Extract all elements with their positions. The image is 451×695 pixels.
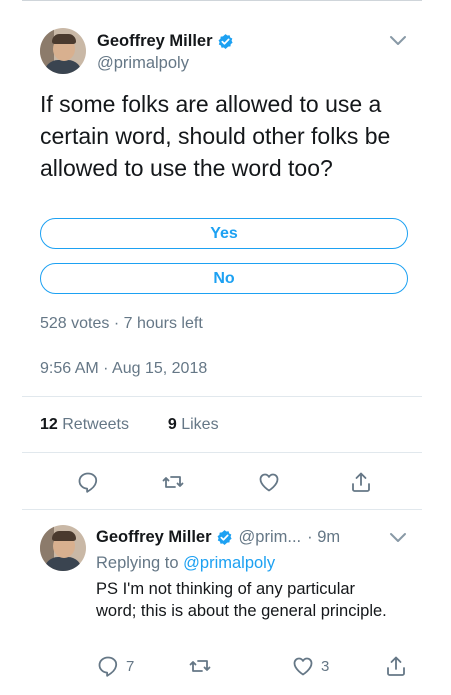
replying-to: Replying to @primalpoly — [96, 554, 275, 573]
tweet-text: If some folks are allowed to use a certa… — [40, 91, 391, 181]
like-button[interactable] — [257, 470, 281, 494]
reply-reply-button[interactable]: 7 — [96, 654, 134, 678]
heart-icon — [293, 657, 313, 676]
top-divider — [22, 0, 422, 1]
likes-label: Likes — [181, 416, 219, 433]
heart-icon — [259, 473, 279, 492]
divider — [22, 396, 422, 397]
retweets-label: Retweets — [62, 416, 129, 433]
author-name-row[interactable]: Geoffrey Miller — [97, 32, 234, 51]
engagement-stats: 12 Retweets 9 Likes — [40, 416, 219, 434]
retweets-count: 12 — [40, 416, 58, 433]
author-name[interactable]: Geoffrey Miller — [97, 32, 213, 51]
retweet-button[interactable] — [161, 470, 185, 494]
reply-icon — [78, 472, 98, 493]
retweets-stat[interactable]: 12 Retweets — [40, 416, 129, 433]
reply-button[interactable] — [76, 470, 100, 494]
reply-icon — [98, 656, 118, 677]
author-handle[interactable]: @primalpoly — [97, 54, 189, 73]
reply-author-name[interactable]: Geoffrey Miller — [96, 528, 212, 547]
verified-badge-icon — [218, 34, 233, 49]
share-icon — [387, 656, 405, 676]
poll-option-yes[interactable]: Yes — [40, 218, 408, 249]
poll-option-no[interactable]: No — [40, 263, 408, 294]
share-icon — [352, 472, 370, 492]
retweet-icon — [189, 660, 211, 672]
share-button[interactable] — [349, 470, 373, 494]
verified-badge-icon — [217, 530, 232, 545]
replying-handle-link[interactable]: @primalpoly — [183, 554, 275, 572]
replying-prefix: Replying to — [96, 554, 179, 572]
likes-count: 9 — [167, 416, 177, 433]
reply-like-button[interactable]: 3 — [291, 654, 329, 678]
tweet-timestamp[interactable]: 9:56 AM · Aug 15, 2018 — [40, 360, 207, 378]
reply-avatar[interactable] — [40, 525, 86, 571]
reply-time[interactable]: · 9m — [307, 528, 340, 547]
poll-meta: 528 votes · 7 hours left — [40, 315, 203, 332]
reply-retweet-button[interactable] — [188, 654, 212, 678]
divider — [22, 509, 422, 510]
reply-share-button[interactable] — [384, 654, 408, 678]
reply-reply-count: 7 — [126, 657, 135, 675]
reply-text: PS I'm not thinking of any particular wo… — [96, 580, 387, 620]
retweet-icon — [162, 476, 184, 488]
likes-stat[interactable]: 9 Likes — [168, 416, 219, 433]
reply-header: Geoffrey Miller @prim... · 9m — [96, 528, 340, 547]
divider — [22, 452, 422, 453]
chevron-down-icon[interactable] — [389, 532, 407, 544]
avatar[interactable] — [40, 28, 86, 74]
reply-like-count: 3 — [321, 657, 330, 675]
reply-author-handle[interactable]: @prim... — [239, 528, 302, 547]
chevron-down-icon[interactable] — [389, 35, 407, 47]
